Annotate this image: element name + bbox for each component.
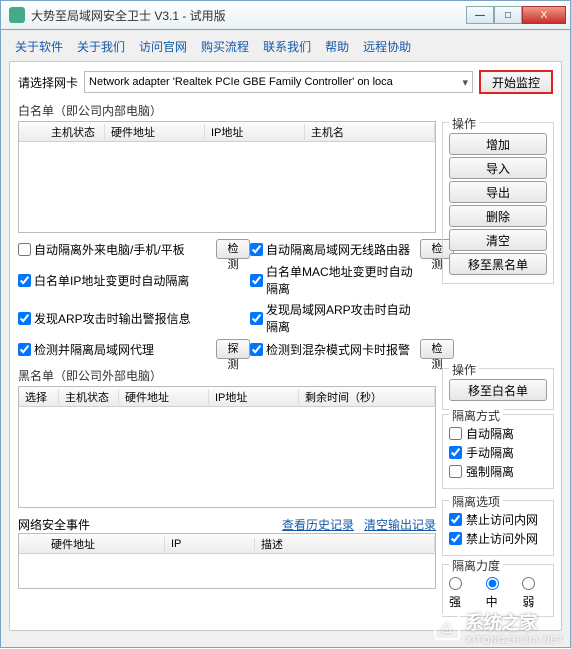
whitelist-table: 主机状态 硬件地址 IP地址 主机名 xyxy=(18,121,436,233)
check-mac-change[interactable] xyxy=(250,274,263,287)
menu-about-us[interactable]: 关于我们 xyxy=(77,38,125,55)
check-proxy-isolate[interactable] xyxy=(18,343,31,356)
start-monitor-button[interactable]: 开始监控 xyxy=(479,70,553,94)
opts-legend: 隔离选项 xyxy=(449,493,503,510)
level-legend: 隔离力度 xyxy=(449,557,503,574)
blacklist-col-status[interactable]: 主机状态 xyxy=(59,389,119,405)
menu-about-software[interactable]: 关于软件 xyxy=(15,38,63,55)
check-auto-isolate-foreign[interactable] xyxy=(18,243,31,256)
whitelist-col-mac[interactable]: 硬件地址 xyxy=(105,124,205,140)
menu-remote[interactable]: 远程协助 xyxy=(363,38,411,55)
delete-button[interactable]: 删除 xyxy=(449,205,547,227)
events-col-desc[interactable]: 描述 xyxy=(255,536,435,552)
isolation-options-group: 隔离选项 禁止访问内网 禁止访问外网 xyxy=(442,496,554,556)
blacklist-col-ip[interactable]: IP地址 xyxy=(209,389,299,405)
isolation-level-group: 隔离力度 强 中 弱 xyxy=(442,560,554,617)
ops-blacklist: 操作 移至白名单 xyxy=(442,364,554,410)
whitelist-col-status[interactable]: 主机状态 xyxy=(45,124,105,140)
blacklist-body[interactable] xyxy=(19,407,435,507)
blacklist-col-mac[interactable]: 硬件地址 xyxy=(119,389,209,405)
events-table: 硬件地址 IP 描述 xyxy=(18,533,436,589)
events-title: 网络安全事件 xyxy=(18,516,90,533)
main-panel: 请选择网卡 Network adapter 'Realtek PCIe GBE … xyxy=(9,61,562,631)
ops2-legend: 操作 xyxy=(449,361,479,378)
menu-website[interactable]: 访问官网 xyxy=(139,38,187,55)
events-col-mac[interactable]: 硬件地址 xyxy=(45,536,165,552)
level-medium-radio[interactable] xyxy=(486,577,499,590)
import-button[interactable]: 导入 xyxy=(449,157,547,179)
window-title: 大势至局域网安全卫士 V3.1 - 试用版 xyxy=(31,7,466,24)
minimize-button[interactable]: — xyxy=(466,6,494,24)
menubar: 关于软件 关于我们 访问官网 购买流程 联系我们 帮助 远程协助 xyxy=(9,34,562,61)
add-button[interactable]: 增加 xyxy=(449,133,547,155)
blacklist-col-select[interactable]: 选择 xyxy=(19,389,59,405)
mode-manual-checkbox[interactable] xyxy=(449,446,462,459)
ops1-legend: 操作 xyxy=(449,115,479,132)
clear-log-link[interactable]: 清空输出记录 xyxy=(364,518,436,532)
isolation-mode-group: 隔离方式 自动隔离 手动隔离 强制隔离 xyxy=(442,410,554,489)
close-button[interactable]: X xyxy=(522,6,566,24)
mode-auto-checkbox[interactable] xyxy=(449,427,462,440)
watermark-sub: XITONGZHIJIA.NET xyxy=(466,635,564,645)
mode-force-checkbox[interactable] xyxy=(449,465,462,478)
clear-button[interactable]: 清空 xyxy=(449,229,547,251)
ops-whitelist: 操作 增加 导入 导出 删除 清空 移至黑名单 xyxy=(442,118,554,284)
window-body: 关于软件 关于我们 访问官网 购买流程 联系我们 帮助 远程协助 请选择网卡 N… xyxy=(0,30,571,648)
whitelist-body[interactable] xyxy=(19,142,435,232)
menu-help[interactable]: 帮助 xyxy=(325,38,349,55)
check-arp-alert[interactable] xyxy=(18,312,31,325)
move-to-whitelist-button[interactable]: 移至白名单 xyxy=(449,379,547,401)
nic-value: Network adapter 'Realtek PCIe GBE Family… xyxy=(89,76,393,88)
whitelist-title: 白名单（即公司内部电脑） xyxy=(18,102,436,119)
view-history-link[interactable]: 查看历史记录 xyxy=(282,518,354,532)
titlebar: 大势至局域网安全卫士 V3.1 - 试用版 — □ X xyxy=(0,0,571,30)
probe-proxy-button[interactable]: 探测 xyxy=(216,339,250,359)
mode-legend: 隔离方式 xyxy=(449,407,503,424)
checks-grid: 自动隔离外来电脑/手机/平板 检测 自动隔离局域网无线路由器 检测 白名单IP地… xyxy=(18,239,436,359)
blacklist-col-time[interactable]: 剩余时间（秒） xyxy=(299,389,435,405)
events-body[interactable] xyxy=(19,554,435,588)
block-internet-checkbox[interactable] xyxy=(449,532,462,545)
blacklist-table: 选择 主机状态 硬件地址 IP地址 剩余时间（秒） xyxy=(18,386,436,508)
maximize-button[interactable]: □ xyxy=(494,6,522,24)
level-weak-radio[interactable] xyxy=(522,577,535,590)
check-ip-change[interactable] xyxy=(18,274,31,287)
check-arp-isolate[interactable] xyxy=(250,312,263,325)
whitelist-col-ip[interactable]: IP地址 xyxy=(205,124,305,140)
check-promisc-alert[interactable] xyxy=(250,343,263,356)
level-strong-radio[interactable] xyxy=(449,577,462,590)
nic-select[interactable]: Network adapter 'Realtek PCIe GBE Family… xyxy=(84,71,473,93)
events-col-ip[interactable]: IP xyxy=(165,538,255,550)
whitelist-col-host[interactable]: 主机名 xyxy=(305,124,435,140)
app-icon xyxy=(9,7,25,23)
menu-purchase[interactable]: 购买流程 xyxy=(201,38,249,55)
blacklist-title: 黑名单（即公司外部电脑） xyxy=(18,367,436,384)
block-intranet-checkbox[interactable] xyxy=(449,513,462,526)
detect-foreign-button[interactable]: 检测 xyxy=(216,239,250,259)
check-auto-isolate-router[interactable] xyxy=(250,243,263,256)
move-to-blacklist-button[interactable]: 移至黑名单 xyxy=(449,253,547,275)
export-button[interactable]: 导出 xyxy=(449,181,547,203)
nic-label: 请选择网卡 xyxy=(18,74,78,91)
detect-promisc-button[interactable]: 检测 xyxy=(420,339,454,359)
menu-contact[interactable]: 联系我们 xyxy=(263,38,311,55)
